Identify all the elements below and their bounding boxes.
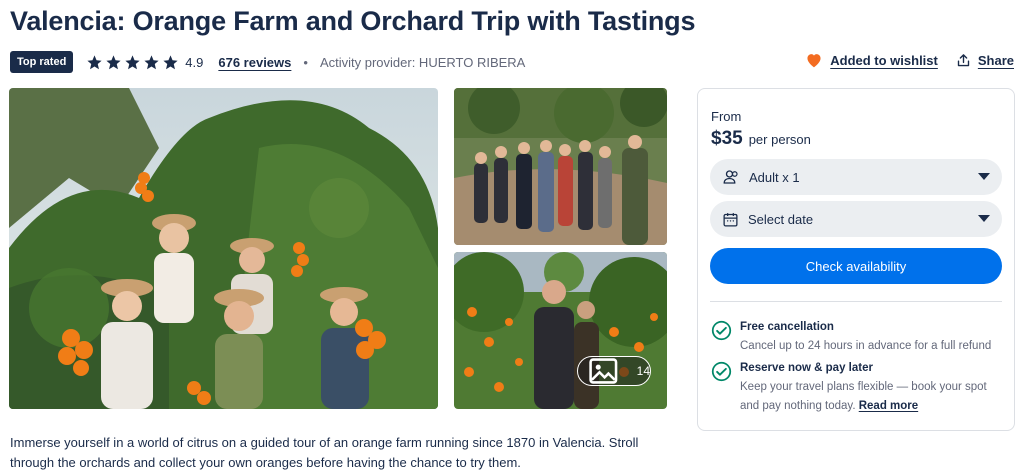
group-tour-photo[interactable]: [454, 88, 667, 245]
price: $35: [711, 128, 743, 149]
orchard-photo[interactable]: 14: [454, 252, 667, 409]
star-icon: [125, 54, 140, 69]
star-icon: [87, 54, 102, 69]
gallery-count-button[interactable]: 14: [577, 356, 651, 386]
page-title: Valencia: Orange Farm and Orchard Trip w…: [10, 6, 696, 36]
feature-description: Keep your travel plans flexible — book y…: [740, 378, 1006, 416]
from-label: From: [711, 109, 742, 124]
participants-select[interactable]: Adult x 1: [710, 159, 1002, 195]
star-icon: [144, 54, 159, 69]
check-availability-button[interactable]: Check availability: [710, 248, 1002, 284]
top-rated-badge: Top rated: [10, 51, 74, 73]
share-icon: [957, 53, 970, 66]
rating-row: Top rated 4.9 676 reviews • Activity pro…: [10, 50, 525, 74]
wishlist-button[interactable]: Added to wishlist: [805, 52, 938, 68]
star-rating: [86, 54, 179, 71]
wishlist-label: Added to wishlist: [830, 52, 938, 68]
photo-women-with-oranges: [9, 88, 438, 409]
check-circle-icon: [711, 320, 732, 341]
activity-description: Immerse yourself in a world of citrus on…: [10, 435, 639, 470]
participants-value: Adult x 1: [749, 169, 800, 185]
read-more-link[interactable]: Read more: [859, 400, 918, 412]
photo-tour-group: [454, 88, 667, 245]
activity-provider: Activity provider: HUERTO RIBERA: [319, 54, 526, 70]
chevron-down-icon: [978, 173, 990, 180]
free-cancellation-feature: Free cancellation Cancel up to 24 hours …: [711, 320, 1006, 356]
calendar-icon: [723, 212, 738, 227]
feature-title: Free cancellation: [740, 321, 834, 333]
header-actions: Added to wishlist Share: [805, 52, 1014, 68]
feature-title: Reserve now & pay later: [740, 362, 873, 374]
photo-count: 14: [636, 364, 650, 378]
rating-value: 4.9: [185, 54, 204, 70]
date-select[interactable]: Select date: [710, 201, 1002, 237]
check-circle-icon: [711, 361, 732, 382]
star-icon: [106, 54, 121, 69]
per-person-label: per person: [748, 132, 811, 147]
main-photo[interactable]: [9, 88, 438, 409]
price-row: $35 per person: [711, 128, 811, 150]
heart-icon: [807, 54, 821, 68]
card-divider: [710, 301, 1002, 302]
image-icon: [589, 358, 618, 384]
separator-dot: •: [303, 54, 308, 70]
share-label: Share: [977, 52, 1014, 68]
reserve-pay-later-feature: Reserve now & pay later Keep your travel…: [711, 361, 1006, 416]
date-placeholder: Select date: [748, 211, 814, 227]
participants-icon: [723, 170, 738, 184]
booking-card: From $35 per person Adult x 1 Select dat…: [697, 88, 1015, 431]
chevron-down-icon: [978, 215, 990, 222]
star-icon: [163, 54, 178, 69]
feature-description: Cancel up to 24 hours in advance for a f…: [740, 340, 992, 352]
reviews-link[interactable]: 676 reviews: [218, 55, 291, 70]
share-button[interactable]: Share: [956, 53, 1014, 68]
